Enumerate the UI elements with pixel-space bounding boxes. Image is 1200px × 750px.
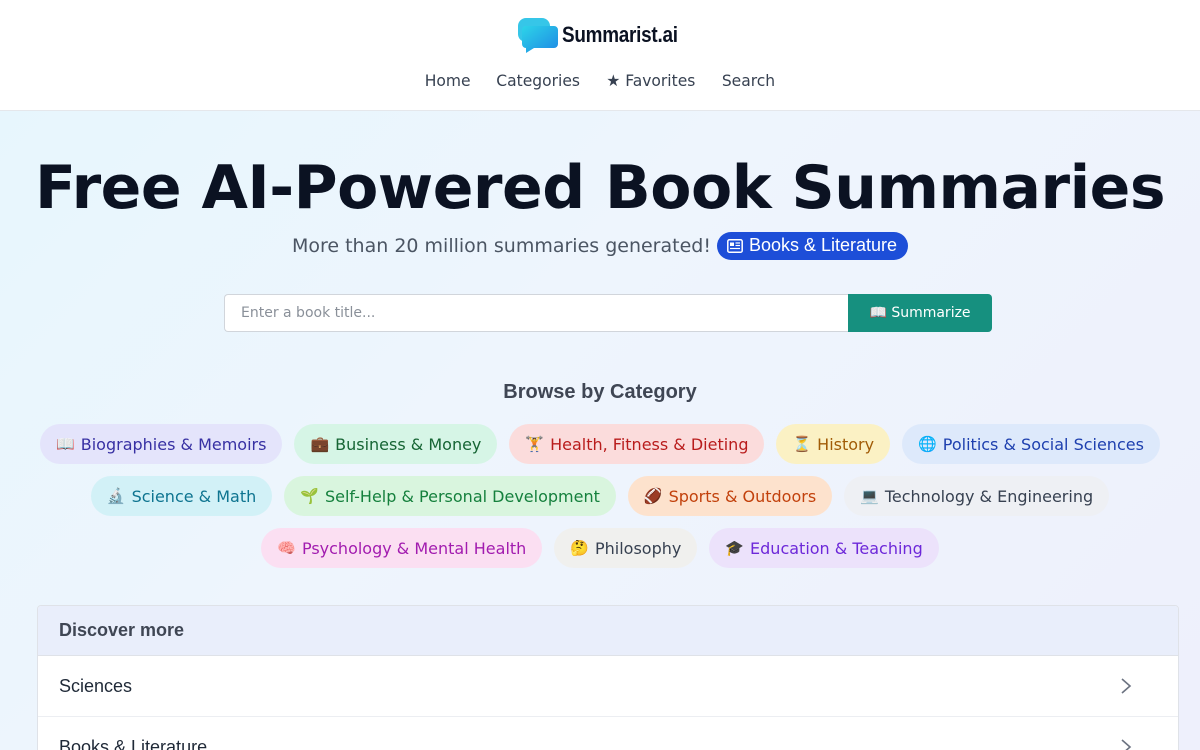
category-emoji-icon: 🏋 [525, 435, 545, 453]
category-chip[interactable]: 🔬 Science & Math [90, 476, 273, 516]
newspaper-icon [727, 238, 743, 253]
category-chip-label: Technology & Engineering [884, 486, 1094, 506]
category-chip-label: Biographies & Memoirs [80, 434, 267, 454]
category-badge-label: Books & Literature [748, 235, 898, 255]
nav-favorites[interactable]: ★ Favorites [607, 71, 696, 90]
category-chip-label: Self-Help & Personal Development [324, 486, 600, 506]
discover-item-label: Books & Literature [59, 736, 208, 750]
category-chip[interactable]: ⏳ History [776, 424, 891, 464]
book-title-input[interactable] [224, 294, 848, 332]
nav-home[interactable]: Home [425, 71, 471, 90]
category-chip-label: Business & Money [335, 434, 482, 454]
category-emoji-icon: 🏈 [643, 487, 663, 505]
hero-subtitle: More than 20 million summaries generated… [291, 235, 711, 257]
chevron-right-icon [1121, 739, 1132, 750]
category-chip[interactable]: 🎓 Education & Teaching [709, 528, 939, 568]
category-row: 📖 Biographies & Memoirs 💼 Business & Money 🏋… [0, 424, 1200, 464]
browse-title: Browse by Category [503, 381, 697, 403]
category-chip-label: Science & Math [131, 486, 257, 506]
category-chip[interactable]: 🌐 Politics & Social Sciences [902, 424, 1160, 464]
category-chip[interactable]: 📖 Biographies & Memoirs [40, 424, 283, 464]
discover-title: Discover more [38, 606, 1178, 656]
discover-item-books-literature[interactable]: Books & Literature [38, 717, 1178, 750]
category-badge[interactable]: Books & Literature [716, 232, 909, 260]
category-chip[interactable]: 🤔 Philosophy [554, 528, 698, 568]
category-chip[interactable]: 🏋 Health, Fitness & Dieting [509, 424, 765, 464]
chevron-right-icon [1121, 678, 1132, 694]
category-chip-label: Philosophy [594, 538, 682, 558]
category-emoji-icon: 💼 [310, 435, 330, 453]
category-chip-label: Politics & Social Sciences [942, 434, 1144, 454]
hero-title: Free AI-Powered Book Summaries [34, 153, 1166, 223]
category-chip-label: History [817, 434, 875, 454]
site-header: Summarist.ai Home Categories ★ Favorites… [0, 0, 1200, 111]
main-nav: Home Categories ★ Favorites Search [0, 71, 1200, 90]
category-chip[interactable]: 🏈 Sports & Outdoors [627, 476, 833, 516]
category-emoji-icon: 🌐 [918, 435, 937, 453]
category-chip-label: Health, Fitness & Dieting [550, 434, 749, 454]
chat-bubble-logo-icon [517, 18, 558, 53]
category-chip[interactable]: 🧠 Psychology & Mental Health [261, 528, 543, 568]
category-emoji-icon: 🌱 [300, 487, 319, 505]
category-chip-label: Sports & Outdoors [668, 486, 817, 506]
summarize-form: 📖 Summarize [224, 294, 992, 332]
category-chip-label: Psychology & Mental Health [301, 538, 527, 558]
nav-search[interactable]: Search [722, 71, 775, 90]
brand-logo[interactable]: Summarist.ai [0, 17, 1200, 53]
category-emoji-icon: 🧠 [277, 539, 296, 557]
category-chip[interactable]: 💻 Technology & Engineering [844, 476, 1110, 516]
category-chip[interactable]: 💼 Business & Money [294, 424, 498, 464]
category-row: 🔬 Science & Math 🌱 Self-Help & Personal Dev… [0, 476, 1200, 516]
category-emoji-icon: 💻 [860, 487, 879, 505]
category-emoji-icon: 🎓 [725, 539, 745, 557]
category-chip[interactable]: 🌱 Self-Help & Personal Development [284, 476, 616, 516]
discover-panel: Discover more Sciences Books & Literatur… [37, 605, 1179, 750]
nav-categories[interactable]: Categories [496, 71, 580, 90]
category-emoji-icon: ⏳ [792, 435, 812, 453]
category-emoji-icon: 🔬 [106, 487, 126, 505]
hero-subtitle-row: More than 20 million summaries generated… [0, 232, 1200, 260]
brand-name: Summarist.ai [561, 22, 678, 47]
category-row: 🧠 Psychology & Mental Health 🤔 Philosophy 🎓 E… [0, 528, 1200, 568]
category-emoji-icon: 📖 [56, 435, 75, 453]
discover-item-label: Sciences [59, 675, 133, 696]
category-chip-label: Education & Teaching [750, 538, 923, 558]
summarize-button[interactable]: 📖 Summarize [848, 294, 992, 332]
category-emoji-icon: 🤔 [570, 539, 589, 557]
discover-item-sciences[interactable]: Sciences [38, 656, 1178, 717]
